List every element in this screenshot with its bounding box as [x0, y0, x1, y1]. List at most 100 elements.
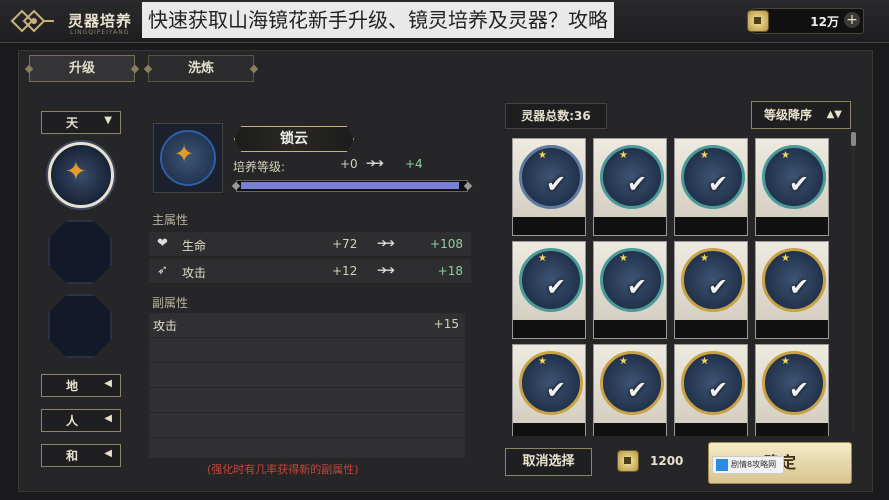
equip-slot-2[interactable]: [48, 220, 112, 284]
card-footer: [756, 320, 828, 338]
item-thumbnail: ★ ✔: [681, 248, 745, 312]
item-thumbnail: ★ ✔: [762, 248, 826, 312]
grade-filter-he[interactable]: 和 ◀: [41, 444, 121, 467]
star-icon: ★: [700, 356, 709, 367]
item-card[interactable]: ★ ✔: [512, 344, 586, 436]
item-card[interactable]: ★ ✔: [593, 138, 667, 236]
watermark-text: 剧情8攻略网: [731, 460, 777, 469]
cost-value: 1200: [650, 454, 684, 468]
attack-icon: ➶: [157, 263, 168, 278]
item-portrait: ✦: [153, 123, 223, 193]
watermark-icon: [716, 459, 728, 471]
sort-label: 等级降序: [764, 108, 813, 122]
level-progress-bar: [236, 180, 468, 192]
item-card[interactable]: ★ ✔: [593, 241, 667, 339]
card-footer: [594, 320, 666, 338]
collapse-arrow-icon: ◀: [104, 378, 112, 389]
checkmark-icon: ✔: [708, 376, 729, 404]
main-attr-row: ❤ 生命 +72 ➔➔ +108: [149, 232, 471, 257]
scroll-track[interactable]: [852, 132, 855, 432]
checkmark-icon: ✔: [789, 376, 810, 404]
article-title-overlay: 快速获取山海镜花新手升级、镜灵培养及灵器？攻略: [142, 2, 614, 38]
attr-name: 生命: [182, 239, 207, 253]
card-footer: [513, 423, 585, 436]
item-thumbnail: ★ ✔: [519, 351, 583, 415]
equip-slot-3[interactable]: [48, 294, 112, 358]
item-grid: ★ ✔ ★ ✔ ★ ✔ ★ ✔ ★ ✔ ★ ✔ ★ ✔ ★ ✔ ★ ✔ ★ ✔ ★ ✔ ★ ✔: [504, 132, 852, 436]
star-icon: ★: [700, 150, 709, 161]
item-thumbnail: ★ ✔: [519, 248, 583, 312]
attr-to: +108: [430, 237, 463, 251]
currency-value: 12万: [810, 15, 839, 29]
arrow-right-icon: ➔➔: [366, 156, 384, 170]
item-card[interactable]: ★ ✔: [674, 241, 748, 339]
page-title: 灵器培养: [68, 12, 133, 30]
star-icon: ★: [781, 253, 790, 264]
item-card[interactable]: ★ ✔: [593, 344, 667, 436]
checkmark-icon: ✔: [708, 273, 729, 301]
checkmark-icon: ✔: [627, 376, 648, 404]
grade-label: 和: [66, 449, 79, 463]
item-thumbnail: ★ ✔: [681, 351, 745, 415]
grade-label: 地: [66, 379, 79, 393]
currency-display: 12万 +: [747, 8, 864, 34]
item-card[interactable]: ★ ✔: [755, 344, 829, 436]
level-from: +0: [340, 157, 358, 171]
equip-slot-1[interactable]: ✦: [48, 142, 114, 208]
checkmark-icon: ✔: [546, 170, 567, 198]
item-card[interactable]: ★ ✔: [755, 138, 829, 236]
main-attr-row: ➶ 攻击 +12 ➔➔ +18: [149, 259, 471, 284]
card-footer: [675, 423, 747, 436]
arrow-right-icon: ➔➔: [377, 263, 395, 277]
add-currency-button[interactable]: +: [844, 12, 860, 28]
page-subtitle: LINGQIPEIYANG: [70, 29, 130, 36]
grade-label: 人: [66, 414, 79, 428]
item-thumbnail: ★ ✔: [600, 248, 664, 312]
star-icon: ★: [619, 356, 628, 367]
tab-upgrade[interactable]: 升级: [29, 55, 135, 82]
progress-fill: [241, 182, 459, 189]
grade-label: 天: [66, 116, 79, 130]
total-count: 灵器总数:36: [505, 103, 607, 129]
star-icon: ★: [781, 356, 790, 367]
star-icon: ★: [700, 253, 709, 264]
item-thumbnail: ★ ✔: [762, 351, 826, 415]
item-thumbnail: ★ ✔: [600, 145, 664, 209]
checkmark-icon: ✔: [789, 273, 810, 301]
item-card[interactable]: ★ ✔: [674, 344, 748, 436]
checkmark-icon: ✔: [627, 273, 648, 301]
card-footer: [513, 320, 585, 338]
item-card[interactable]: ★ ✔: [755, 241, 829, 339]
checkmark-icon: ✔: [627, 170, 648, 198]
item-card[interactable]: ★ ✔: [512, 138, 586, 236]
card-footer: [513, 217, 585, 235]
attr-value: +15: [433, 317, 459, 331]
grade-filter-ren[interactable]: 人 ◀: [41, 409, 121, 432]
grade-filter-tian[interactable]: 天 ▼: [41, 111, 121, 134]
sort-arrows-icon: ▲▼: [826, 109, 842, 120]
spirit-item-icon: ✦: [65, 157, 87, 187]
star-icon: ★: [619, 253, 628, 264]
grade-filter-di[interactable]: 地 ◀: [41, 374, 121, 397]
level-to: +4: [405, 157, 423, 171]
level-label: 培养等级:: [233, 160, 286, 174]
hint-note: (强化时有几率获得新的副属性): [207, 463, 359, 476]
arrow-right-icon: ➔➔: [377, 236, 395, 250]
heart-icon: ❤: [157, 236, 168, 251]
sort-button[interactable]: 等级降序 ▲▼: [751, 101, 851, 129]
back-emblem-icon[interactable]: [8, 8, 56, 34]
coin-icon: [747, 10, 769, 32]
dropdown-arrow-icon: ▼: [104, 115, 112, 126]
cancel-selection-button[interactable]: 取消选择: [505, 448, 592, 476]
card-footer: [675, 320, 747, 338]
attr-name: 攻击: [182, 266, 207, 280]
collapse-arrow-icon: ◀: [104, 413, 112, 424]
sub-attr-list: 攻击 +15: [149, 313, 465, 458]
item-thumbnail: ★ ✔: [681, 145, 745, 209]
item-name: 锁云: [234, 126, 354, 152]
card-footer: [756, 423, 828, 436]
attr-to: +18: [437, 264, 463, 278]
item-card[interactable]: ★ ✔: [674, 138, 748, 236]
tab-refine[interactable]: 洗炼: [148, 55, 254, 82]
item-card[interactable]: ★ ✔: [512, 241, 586, 339]
